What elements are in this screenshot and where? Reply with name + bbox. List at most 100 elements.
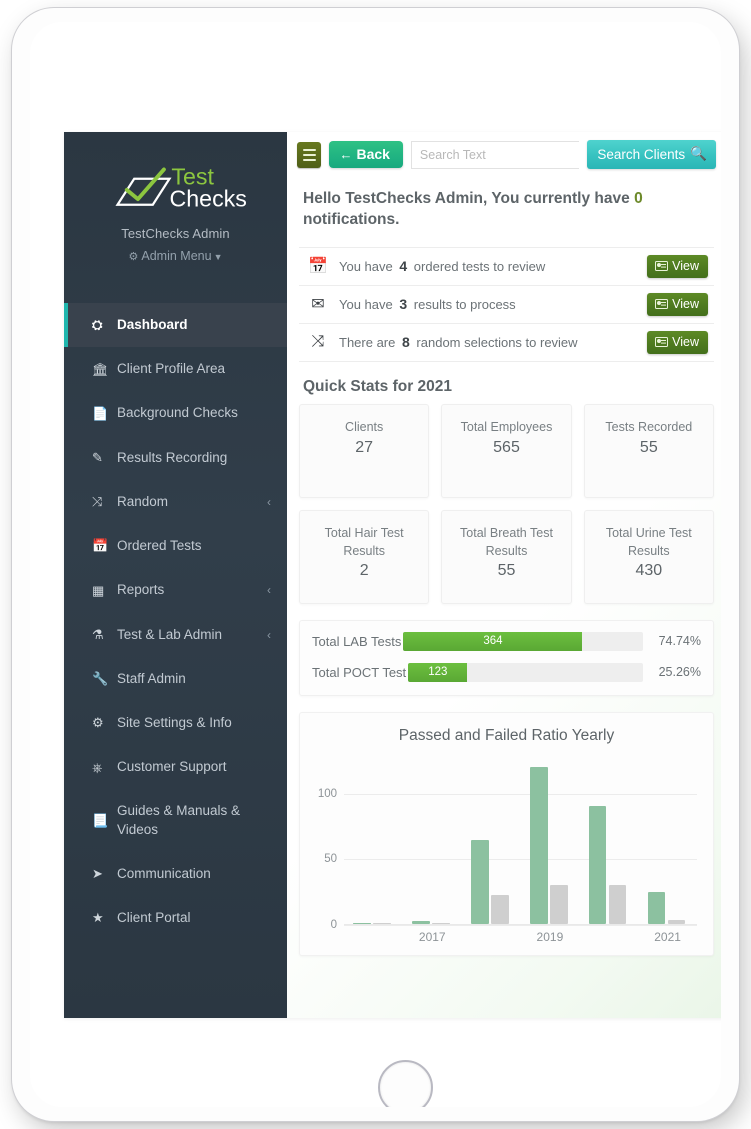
shuffle-icon: ⤨ — [311, 333, 325, 351]
sidebar-item-label: Site Settings & Info — [117, 714, 232, 730]
admin-menu-label: Admin Menu — [141, 249, 212, 263]
sidebar-item-client-profile-area[interactable]: 🏛 Client Profile Area — [64, 347, 287, 391]
bar-chart-plot: 0 50 100 2017 2019 2021 — [318, 755, 697, 944]
sidebar-item-site-settings-info[interactable]: ⚙ Site Settings & Info — [64, 701, 287, 745]
flask-icon: ⚗ — [92, 626, 104, 642]
stat-value: 55 — [497, 562, 516, 580]
notification-row: ⤨ There are 8 random selections to review… — [299, 324, 714, 362]
sidebar-item-label: Staff Admin — [117, 670, 186, 686]
sidebar-item-client-portal[interactable]: ★ Client Portal — [64, 896, 287, 940]
stat-value: 55 — [639, 438, 658, 456]
chart-bar — [491, 895, 509, 924]
view-button[interactable]: View — [647, 292, 708, 316]
hamburger-bar — [302, 153, 316, 156]
stat-value: 27 — [355, 438, 374, 456]
notification-suffix: ordered tests to review — [413, 259, 546, 275]
paper-plane-icon: ➤ — [92, 866, 103, 882]
admin-menu-toggle[interactable]: ⚙ Admin Menu ▼ — [64, 249, 287, 283]
x-axis-tick-label: 2021 — [654, 929, 681, 944]
chart-bar — [412, 921, 430, 924]
gear-icon: ⚙ — [128, 251, 139, 263]
wrench-icon: 🔧 — [92, 671, 109, 687]
view-button-label: View — [672, 334, 699, 349]
sidebar-item-random[interactable]: ⤨ Random ‹ — [64, 480, 287, 524]
sidebar-item-customer-support[interactable]: ⎈ Customer Support — [64, 745, 287, 789]
envelope-icon: ✉ — [311, 296, 325, 314]
id-card-icon — [655, 336, 669, 347]
edit-square-icon: ✎ — [92, 449, 103, 465]
sidebar: Test Checks TestChecks Admin ⚙ Admin Menu… — [64, 132, 287, 1018]
y-axis-tick-label: 100 — [317, 788, 337, 801]
notification-count: 8 — [402, 334, 410, 351]
chart-bar — [373, 922, 392, 924]
account-name: TestChecks Admin — [121, 226, 230, 241]
stat-label: Tests Recorded — [605, 419, 693, 434]
star-icon: ★ — [92, 910, 104, 926]
test-type-progress-panel: Total LAB Tests 364 74.74% Total POCT Test 1… — [299, 619, 714, 696]
sidebar-item-reports[interactable]: ▦ Reports ‹ — [64, 568, 287, 612]
stat-label: Total Hair Test Results — [324, 525, 404, 558]
sidebar-item-label: Test & Lab Admin — [117, 626, 223, 642]
notification-prefix: You have — [339, 297, 393, 313]
sidebar-item-label: Client Portal — [117, 910, 191, 926]
chevron-left-icon: ‹ — [267, 583, 271, 598]
sidebar-item-label: Background Checks — [117, 405, 238, 421]
app-viewport: Test Checks TestChecks Admin ⚙ Admin Menu… — [64, 132, 721, 1018]
sidebar-item-label: Results Recording — [117, 449, 228, 465]
greeting-message: Hello TestChecks Admin, You currently ha… — [287, 175, 721, 237]
grid-line — [344, 794, 697, 796]
notification-text: You have 3 results to process — [339, 296, 637, 312]
chart-bar — [529, 766, 548, 924]
sidebar-nav: ⛭ Dashboard 🏛 Client Profile Area 📄 Backgroun… — [64, 289, 287, 940]
bank-icon: 🏛 — [92, 361, 109, 377]
chart-bar — [588, 806, 607, 924]
chart-panel: Passed and Failed Ratio Yearly 0 50 100 201… — [299, 711, 714, 956]
sidebar-item-dashboard[interactable]: ⛭ Dashboard — [64, 303, 287, 348]
notification-row: ✉ You have 3 results to process View — [299, 286, 714, 324]
y-axis-tick-label: 50 — [324, 853, 337, 866]
stat-card: Tests Recorded 55 — [583, 403, 714, 498]
grid-line — [344, 924, 697, 926]
tablet-device-frame: Test Checks TestChecks Admin ⚙ Admin Menu… — [12, 8, 739, 1121]
sidebar-item-staff-admin[interactable]: 🔧 Staff Admin — [64, 657, 287, 701]
dashboard-icon: ⛭ — [92, 317, 103, 333]
notification-count: 0 — [634, 190, 643, 207]
x-axis-tick-label: 2019 — [536, 929, 564, 944]
sidebar-item-communication[interactable]: ➤ Communication — [64, 852, 287, 896]
progress-label: Total LAB Tests — [312, 633, 402, 649]
x-axis-tick-label: 2017 — [418, 929, 446, 944]
chevron-down-icon: ▼ — [213, 252, 223, 262]
view-button-label: View — [672, 296, 699, 311]
sidebar-item-guides-manuals-videos[interactable]: 📃 Guides & Manuals & Videos — [64, 789, 287, 851]
sidebar-item-ordered-tests[interactable]: 📅 Ordered Tests — [64, 524, 287, 568]
greeting-prefix: Hello TestChecks Admin, You currently ha… — [303, 190, 630, 207]
notification-count: 4 — [399, 258, 408, 275]
svg-text:Checks: Checks — [169, 186, 246, 212]
view-button[interactable]: View — [647, 254, 708, 278]
stat-card: Total Hair Test Results 2 — [299, 509, 430, 604]
progress-track: 364 — [403, 631, 643, 651]
notification-text: There are 8 random selections to review — [339, 334, 637, 350]
stat-label: Total Breath Test Results — [460, 525, 553, 558]
progress-track: 123 — [408, 662, 643, 682]
view-button[interactable]: View — [647, 330, 708, 354]
id-card-icon — [655, 260, 669, 271]
grid-line — [344, 859, 697, 861]
tablet-screen: Test Checks TestChecks Admin ⚙ Admin Menu… — [30, 22, 721, 1107]
progress-fill: 123 — [408, 662, 468, 682]
chart-bar — [647, 892, 666, 924]
greeting-suffix: notifications. — [303, 210, 400, 228]
home-button[interactable] — [378, 1060, 433, 1107]
sidebar-item-label: Dashboard — [117, 317, 188, 332]
search-input[interactable] — [410, 140, 580, 169]
sidebar-item-background-checks[interactable]: 📄 Background Checks — [64, 391, 287, 435]
search-clients-button[interactable]: Search Clients 🔍 — [587, 140, 716, 169]
menu-toggle-button[interactable] — [297, 141, 322, 168]
search-icon: 🔍 — [690, 146, 707, 161]
stat-card: Total Employees 565 — [441, 403, 572, 498]
stat-card: Clients 27 — [299, 403, 430, 498]
back-button[interactable]: ← Back — [329, 141, 403, 168]
sidebar-item-test-lab-admin[interactable]: ⚗ Test & Lab Admin ‹ — [64, 613, 287, 657]
sidebar-item-results-recording[interactable]: ✎ Results Recording — [64, 436, 287, 480]
stat-label: Clients — [345, 419, 384, 434]
